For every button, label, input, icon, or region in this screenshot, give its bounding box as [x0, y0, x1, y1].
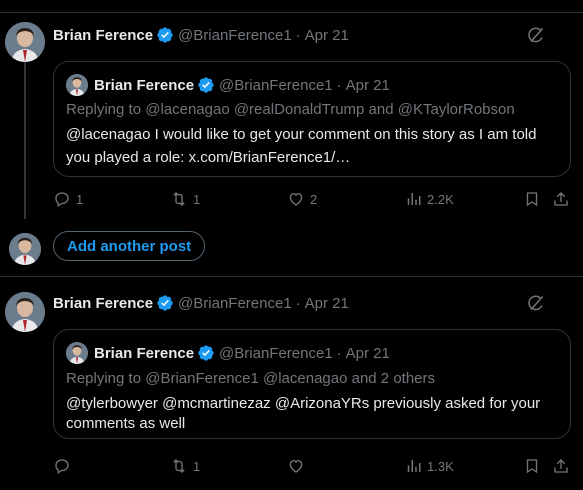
- verified-badge-icon: [197, 76, 215, 94]
- reply-icon: [53, 457, 71, 475]
- verified-badge-icon: [156, 294, 174, 312]
- like-button[interactable]: 2: [287, 190, 317, 208]
- separator-dot: ·: [295, 294, 301, 312]
- author-name[interactable]: Brian Ference: [53, 295, 153, 312]
- reply-icon: [53, 190, 71, 208]
- views-button[interactable]: 2.2K: [404, 190, 454, 208]
- top-divider: [0, 12, 583, 13]
- quoted-post-header: Brian Ference @BrianFerence1 · Apr 21: [66, 342, 390, 364]
- separator-dot: ·: [336, 76, 342, 94]
- quoted-post-text-line-2: you played a role: x.com/BrianFerence1/…: [66, 149, 351, 166]
- avatar[interactable]: [5, 22, 45, 62]
- like-count: 2: [310, 191, 318, 207]
- post-date[interactable]: Apr 21: [305, 295, 349, 312]
- add-another-post-button[interactable]: Add another post: [53, 231, 206, 261]
- quoted-author-name: Brian Ference: [94, 344, 195, 362]
- bookmark-button[interactable]: [523, 190, 541, 208]
- grok-icon[interactable]: [526, 293, 546, 313]
- bookmark-icon: [523, 457, 541, 475]
- separator-dot: ·: [295, 26, 301, 44]
- quoted-author-name: Brian Ference: [94, 76, 195, 94]
- post-header: Brian Ference @BrianFerence1 · Apr 21: [53, 294, 349, 312]
- reply-button[interactable]: [53, 457, 76, 475]
- quoted-post-text-line-2: comments as well: [66, 415, 186, 432]
- repost-icon: [170, 457, 188, 475]
- heart-icon: [287, 457, 305, 475]
- quoted-author-handle: @BrianFerence1: [219, 344, 333, 362]
- quoted-post-date: Apr 21: [345, 76, 390, 94]
- avatar[interactable]: [5, 292, 45, 332]
- post-date[interactable]: Apr 21: [305, 27, 349, 44]
- quoted-avatar: [66, 342, 88, 364]
- quoted-post-text-line-1: @lacenagao I would like to get your comm…: [66, 126, 537, 143]
- repost-button[interactable]: 1: [170, 190, 200, 208]
- view-count: 1.3K: [427, 458, 454, 474]
- author-name[interactable]: Brian Ference: [53, 27, 153, 44]
- repost-icon: [170, 190, 188, 208]
- compose-avatar: [9, 233, 41, 265]
- quoted-post[interactable]: Brian Ference @BrianFerence1 · Apr 21 Re…: [53, 61, 571, 177]
- post-header: Brian Ference @BrianFerence1 · Apr 21: [53, 26, 349, 44]
- post-divider: [0, 276, 583, 277]
- quoted-author-handle: @BrianFerence1: [219, 76, 333, 94]
- repost-button[interactable]: 1: [170, 457, 200, 475]
- views-icon: [404, 457, 422, 475]
- heart-icon: [287, 190, 305, 208]
- share-button[interactable]: [552, 457, 570, 475]
- repost-count: 1: [193, 458, 201, 474]
- author-handle[interactable]: @BrianFerence1: [178, 295, 292, 312]
- quoted-avatar: [66, 74, 88, 96]
- bookmark-button[interactable]: [523, 457, 541, 475]
- thread-connector-line: [24, 62, 26, 219]
- reply-button[interactable]: 1: [53, 190, 83, 208]
- share-button[interactable]: [552, 190, 570, 208]
- reply-count: 1: [76, 191, 84, 207]
- author-handle[interactable]: @BrianFerence1: [178, 27, 292, 44]
- verified-badge-icon: [197, 344, 215, 362]
- quoted-post-header: Brian Ference @BrianFerence1 · Apr 21: [66, 74, 390, 96]
- replying-to-text: Replying to @lacenagao @realDonaldTrump …: [66, 101, 515, 118]
- separator-dot: ·: [336, 344, 342, 362]
- share-icon: [552, 190, 570, 208]
- repost-count: 1: [193, 191, 201, 207]
- share-icon: [552, 457, 570, 475]
- replying-to-text: Replying to @BrianFerence1 @lacenagao an…: [66, 370, 436, 387]
- like-button[interactable]: [287, 457, 310, 475]
- views-button[interactable]: 1.3K: [404, 457, 454, 475]
- views-icon: [404, 190, 422, 208]
- quoted-post-date: Apr 21: [345, 344, 390, 362]
- quoted-post[interactable]: Brian Ference @BrianFerence1 · Apr 21 Re…: [53, 329, 571, 439]
- grok-icon[interactable]: [526, 25, 546, 45]
- verified-badge-icon: [156, 26, 174, 44]
- bookmark-icon: [523, 190, 541, 208]
- view-count: 2.2K: [427, 191, 454, 207]
